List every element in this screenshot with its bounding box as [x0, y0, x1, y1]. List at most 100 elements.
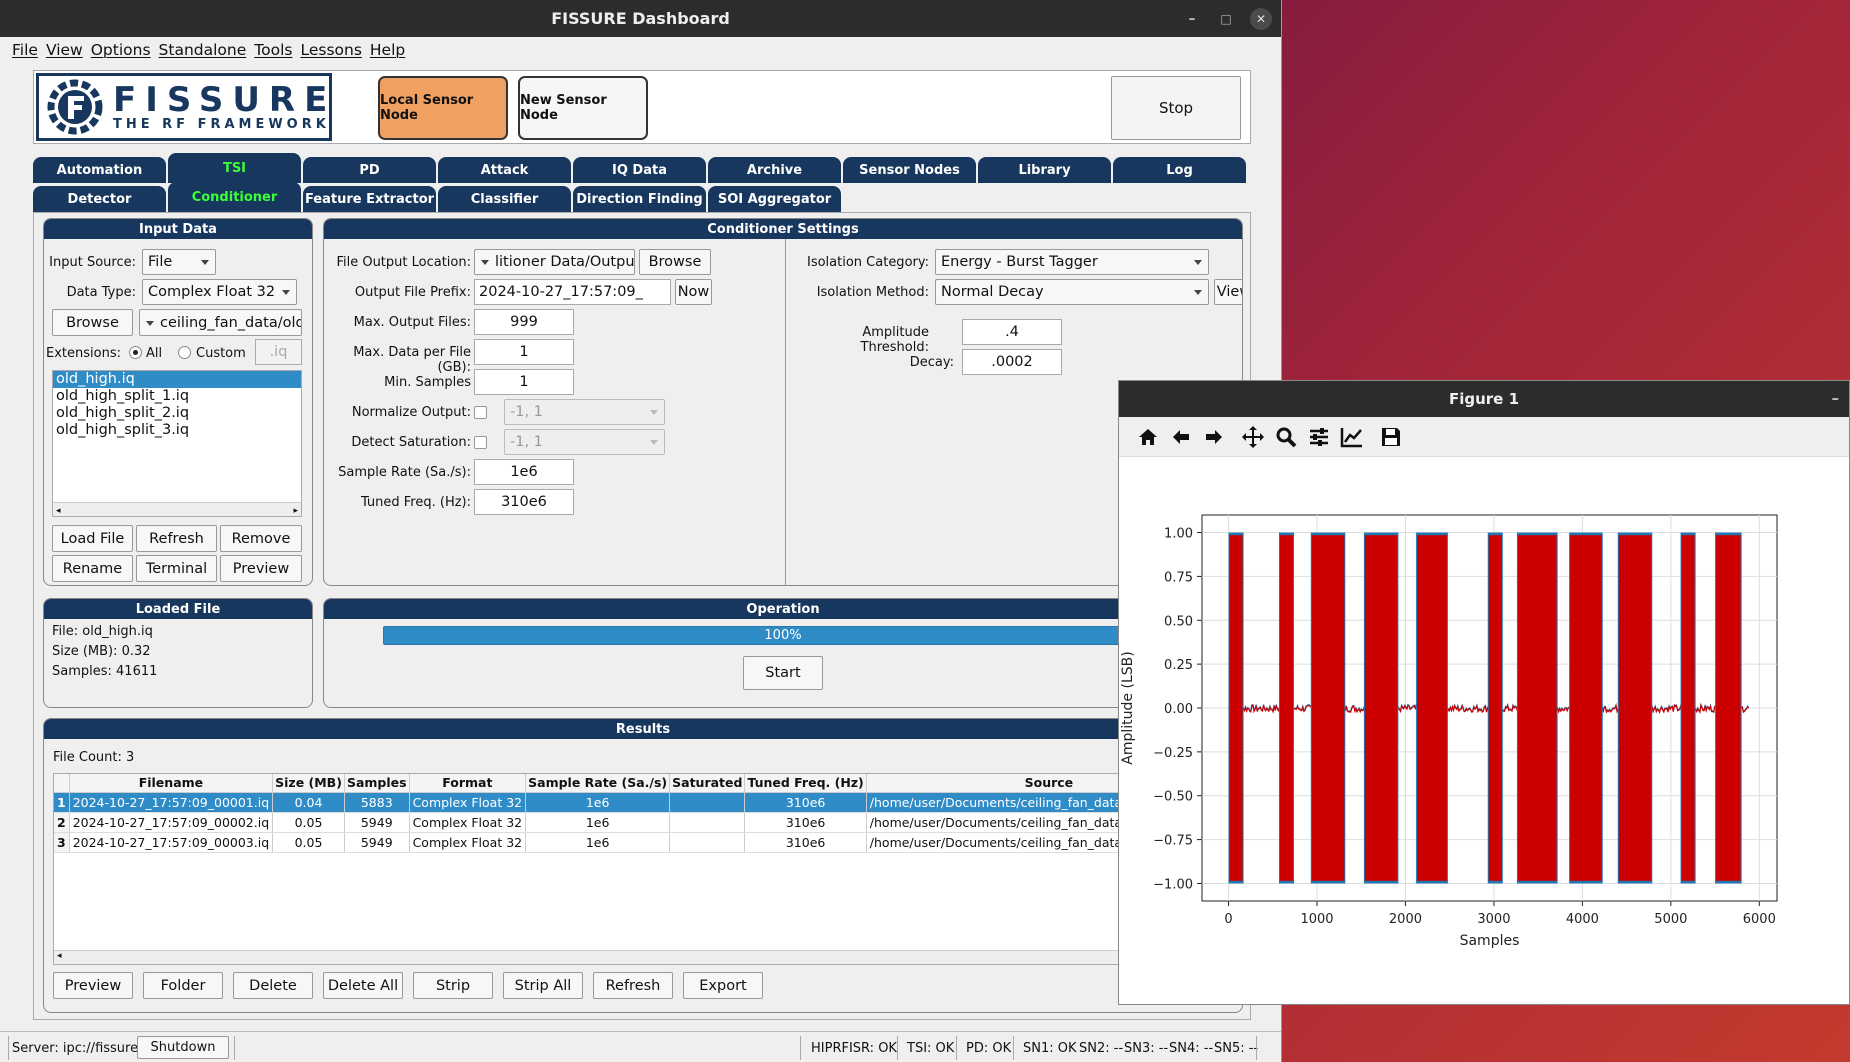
results-delete-button[interactable]: Delete	[233, 972, 313, 999]
file-list-scrollbar[interactable]: ◂ ▸	[53, 502, 301, 516]
isolation-category-select[interactable]: Energy - Burst Tagger	[935, 249, 1209, 275]
menu-options[interactable]: Options	[91, 41, 151, 59]
folder-select[interactable]: ceiling_fan_data/old	[139, 309, 302, 336]
menu-view[interactable]: View	[46, 41, 83, 59]
table-row[interactable]: 3 2024-10-27_17:57:09_00003.iq 0.05 5949 Com…	[54, 832, 1232, 853]
amplitude-threshold-field[interactable]: .4	[962, 319, 1062, 345]
tab-log[interactable]: Log	[1113, 157, 1246, 183]
refresh-files-button[interactable]: Refresh	[136, 525, 217, 552]
col-filename[interactable]: Filename	[69, 774, 274, 793]
data-type-select[interactable]: Complex Float 32	[142, 279, 297, 305]
rename-file-button[interactable]: Rename	[52, 555, 133, 582]
custom-extension-field[interactable]: .iq	[255, 339, 302, 365]
tab-automation[interactable]: Automation	[33, 157, 166, 183]
scroll-right-icon[interactable]: ▸	[293, 503, 298, 520]
results-strip-all-button[interactable]: Strip All	[503, 972, 583, 999]
preview-file-button[interactable]: Preview	[220, 555, 302, 582]
local-sensor-node-button[interactable]: Local Sensor Node	[378, 76, 508, 140]
max-data-per-file-field[interactable]: 1	[474, 339, 574, 365]
edit-axis-icon[interactable]	[1335, 420, 1368, 453]
extensions-custom-radio[interactable]	[178, 346, 191, 359]
col-samples[interactable]: Samples	[344, 774, 410, 793]
list-item[interactable]: old_high_split_1.iq	[53, 388, 301, 405]
normalize-range-select[interactable]: -1, 1	[504, 399, 665, 425]
now-button[interactable]: Now	[675, 279, 712, 305]
col-saturated[interactable]: Saturated	[669, 774, 746, 793]
subtab-conditioner[interactable]: Conditioner	[168, 182, 301, 212]
zoom-icon[interactable]	[1269, 420, 1302, 453]
isolation-method-select[interactable]: Normal Decay	[935, 279, 1209, 305]
subtab-detector[interactable]: Detector	[33, 186, 166, 212]
results-delete-all-button[interactable]: Delete All	[323, 972, 403, 999]
col-size[interactable]: Size (MB)	[272, 774, 345, 793]
menu-lessons[interactable]: Lessons	[300, 41, 361, 59]
tuned-freq-field[interactable]: 310e6	[474, 489, 574, 515]
tab-tsi[interactable]: TSI	[168, 153, 301, 183]
table-row[interactable]: 1 2024-10-27_17:57:09_00001.iq 0.04 5883 Com…	[54, 792, 1232, 813]
menu-file[interactable]: File	[12, 41, 38, 59]
subtab-feature-extractor[interactable]: Feature Extractor	[303, 186, 436, 212]
terminal-button[interactable]: Terminal	[136, 555, 217, 582]
detect-saturation-checkbox[interactable]	[474, 436, 487, 449]
output-browse-button[interactable]: Browse	[639, 249, 711, 275]
tab-archive[interactable]: Archive	[708, 157, 841, 183]
shutdown-button[interactable]: Shutdown	[137, 1036, 229, 1059]
tab-attack[interactable]: Attack	[438, 157, 571, 183]
extensions-all-radio[interactable]	[129, 346, 142, 359]
subtab-soi-aggregator[interactable]: SOI Aggregator	[708, 186, 841, 212]
results-scrollbar[interactable]: ◂	[54, 950, 1232, 964]
menu-tools[interactable]: Tools	[254, 41, 292, 59]
output-prefix-field[interactable]: 2024-10-27_17:57:09_	[474, 279, 671, 305]
scroll-left-icon[interactable]: ◂	[57, 951, 62, 961]
burst-secondary	[1488, 535, 1502, 881]
table-row[interactable]: 2 2024-10-27_17:57:09_00002.iq 0.05 5949 Com…	[54, 812, 1232, 833]
col-tuned-freq[interactable]: Tuned Freq. (Hz)	[744, 774, 867, 793]
load-file-button[interactable]: Load File	[52, 525, 133, 552]
saturation-range-select[interactable]: -1, 1	[504, 429, 665, 455]
list-item[interactable]: old_high_split_2.iq	[53, 405, 301, 422]
new-sensor-node-button[interactable]: New Sensor Node	[518, 76, 648, 140]
list-item[interactable]: old_high_split_3.iq	[53, 422, 301, 439]
close-icon[interactable]: ✕	[1250, 8, 1272, 30]
forward-icon[interactable]	[1197, 420, 1230, 453]
col-sample-rate[interactable]: Sample Rate (Sa./s)	[525, 774, 671, 793]
results-strip-button[interactable]: Strip	[413, 972, 493, 999]
menu-standalone[interactable]: Standalone	[159, 41, 247, 59]
col-format[interactable]: Format	[409, 774, 527, 793]
input-source-select[interactable]: File	[142, 249, 216, 275]
maximize-icon[interactable]: □	[1215, 8, 1237, 30]
results-refresh-button[interactable]: Refresh	[593, 972, 673, 999]
pan-icon[interactable]	[1236, 420, 1269, 453]
normalize-output-checkbox[interactable]	[474, 406, 487, 419]
save-icon[interactable]	[1374, 420, 1407, 453]
home-icon[interactable]	[1131, 420, 1164, 453]
results-preview-button[interactable]: Preview	[53, 972, 133, 999]
tab-sensor-nodes[interactable]: Sensor Nodes	[843, 157, 976, 183]
minimize-icon[interactable]: –	[1181, 8, 1203, 30]
subtab-direction-finding[interactable]: Direction Finding	[573, 186, 706, 212]
decay-field[interactable]: .0002	[962, 349, 1062, 375]
min-samples-field[interactable]: 1	[474, 369, 574, 395]
stop-button[interactable]: Stop	[1111, 76, 1241, 140]
x-tick-label: 0	[1224, 912, 1232, 927]
figure-minimize-icon[interactable]: –	[1832, 389, 1840, 407]
tab-pd[interactable]: PD	[303, 157, 436, 183]
subtab-classifier[interactable]: Classifier	[438, 186, 571, 212]
output-location-select[interactable]: litioner Data/Output	[474, 249, 635, 275]
file-list[interactable]: old_high.iq old_high_split_1.iq old_high…	[52, 370, 302, 517]
max-output-files-field[interactable]: 999	[474, 309, 574, 335]
scroll-left-icon[interactable]: ◂	[56, 503, 61, 520]
results-export-button[interactable]: Export	[683, 972, 763, 999]
tab-iq-data[interactable]: IQ Data	[573, 157, 706, 183]
list-item[interactable]: old_high.iq	[53, 371, 301, 388]
start-button[interactable]: Start	[743, 656, 823, 690]
menu-help[interactable]: Help	[370, 41, 405, 59]
back-icon[interactable]	[1164, 420, 1197, 453]
configure-icon[interactable]	[1302, 420, 1335, 453]
sample-rate-field[interactable]: 1e6	[474, 459, 574, 485]
view-method-button[interactable]: View	[1214, 279, 1242, 305]
results-folder-button[interactable]: Folder	[143, 972, 223, 999]
input-browse-button[interactable]: Browse	[52, 309, 133, 336]
tab-library[interactable]: Library	[978, 157, 1111, 183]
remove-file-button[interactable]: Remove	[220, 525, 302, 552]
